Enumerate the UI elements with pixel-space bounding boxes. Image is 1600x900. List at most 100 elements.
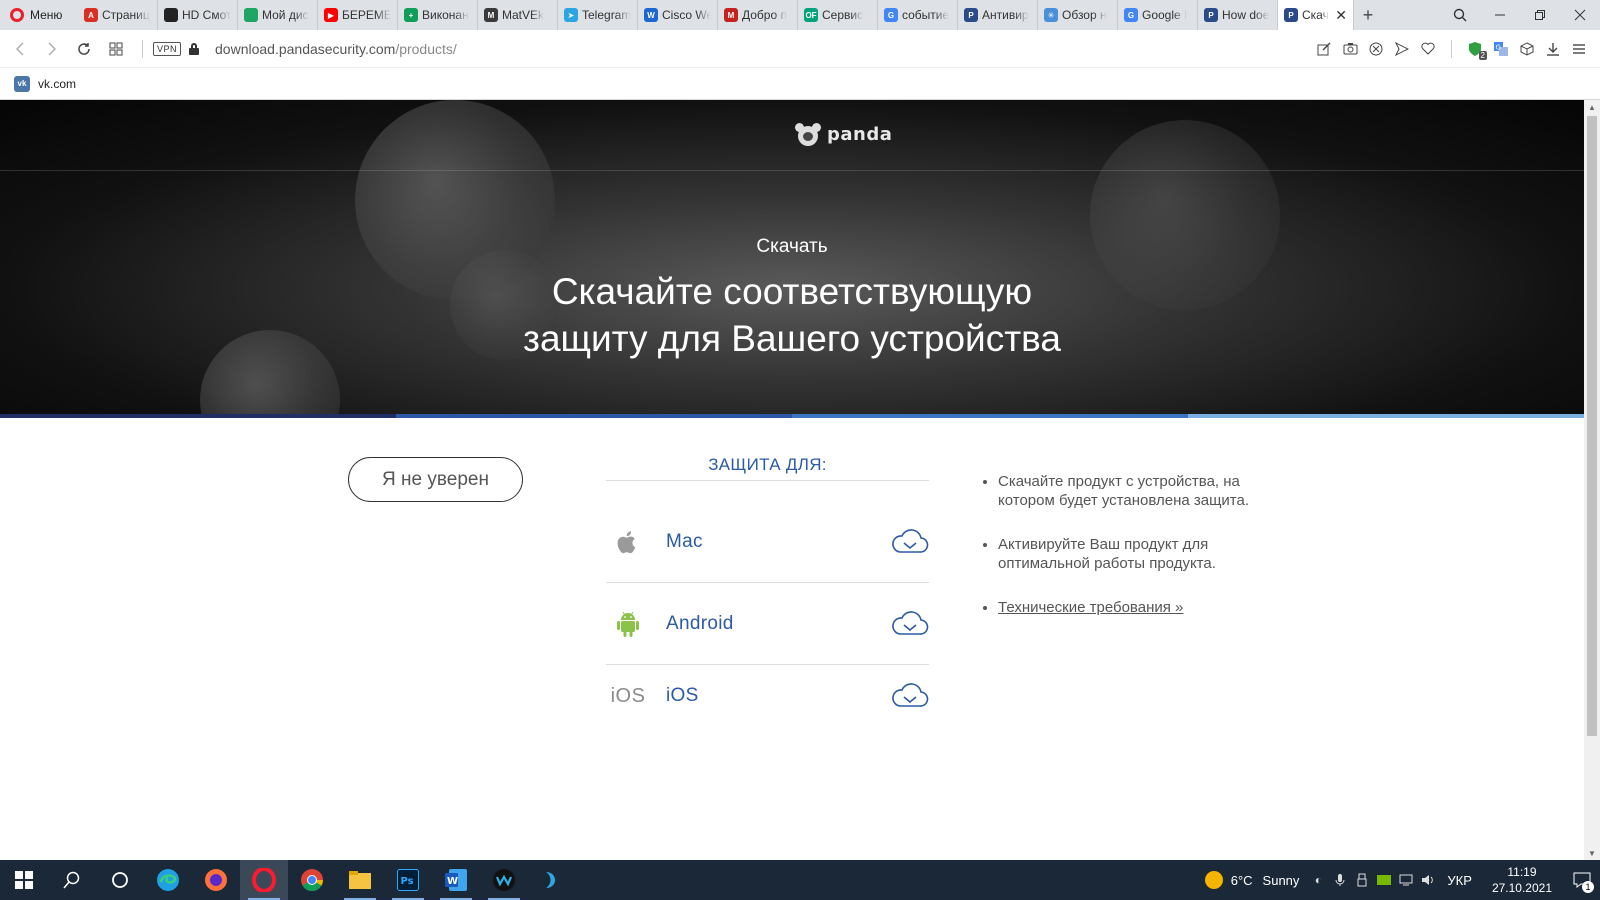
bookmark-vk[interactable]: vk vk.com [14, 75, 76, 92]
tab-title: Добро п [742, 8, 787, 22]
clock[interactable]: 11:19 27.10.2021 [1492, 864, 1552, 896]
tab[interactable]: W Cisco We [638, 0, 718, 30]
cortana-icon[interactable] [96, 860, 144, 900]
heart-icon[interactable] [1415, 30, 1441, 68]
scroll-down-arrow[interactable]: ▼ [1584, 846, 1600, 860]
tab[interactable]: P How doe [1198, 0, 1278, 30]
speed-dial-icon[interactable] [100, 30, 132, 68]
webex-icon[interactable] [480, 860, 528, 900]
easy-setup-icon[interactable] [1566, 30, 1592, 68]
tab[interactable]: ➤ Telegram [558, 0, 638, 30]
downloads-icon[interactable] [1540, 30, 1566, 68]
forward-button[interactable] [36, 30, 68, 68]
bookmarks-bar: vk vk.com [0, 68, 1600, 100]
weather-text[interactable]: Sunny [1263, 873, 1300, 888]
send-icon[interactable] [1389, 30, 1415, 68]
minimize-button[interactable] [1480, 0, 1520, 30]
app-icon[interactable] [528, 860, 576, 900]
tab[interactable]: + Виконан [398, 0, 478, 30]
opera-taskbar-icon[interactable] [240, 860, 288, 900]
apple-icon [606, 529, 650, 555]
platform-name: Mac [666, 530, 703, 552]
url-path: /products/ [395, 40, 457, 57]
translate-icon[interactable]: G [1488, 30, 1514, 68]
vk-icon: vk [14, 75, 30, 92]
volume-icon[interactable] [1417, 860, 1439, 900]
svg-text:Ps: Ps [401, 876, 414, 887]
tab-title: Антивир [982, 8, 1029, 22]
tab[interactable]: A Страниц [78, 0, 158, 30]
unsure-button[interactable]: Я не уверен [348, 457, 523, 502]
close-tab-icon[interactable]: ✕ [1335, 7, 1347, 24]
tab-title: Обзор н [1062, 8, 1107, 22]
tab-favicon-icon: A [84, 8, 98, 22]
cloud-download-icon[interactable] [891, 683, 929, 709]
tab[interactable]: G Google I [1118, 0, 1198, 30]
reload-button[interactable] [68, 30, 100, 68]
hero-title-line-2: защиту для Вашего устройства [523, 318, 1061, 359]
new-tab-button[interactable]: + [1354, 0, 1382, 30]
search-icon[interactable] [48, 860, 96, 900]
lock-icon[interactable] [189, 42, 200, 55]
url-field[interactable]: download.pandasecurity.com/products/ [215, 41, 457, 57]
tab[interactable]: HD Смотрет [158, 0, 238, 30]
tab[interactable]: P Антивир [958, 0, 1038, 30]
restore-button[interactable] [1520, 0, 1560, 30]
usb-icon[interactable] [1351, 860, 1373, 900]
tab-favicon-icon: P [964, 8, 978, 22]
tab-active[interactable]: P Скач ✕ [1278, 0, 1354, 30]
tab[interactable]: Gсобытие [878, 0, 958, 30]
opera-menu-button[interactable]: Меню [0, 0, 78, 30]
photoshop-icon[interactable]: Ps [384, 860, 432, 900]
notification-center-icon[interactable]: 1 [1564, 860, 1600, 900]
tab[interactable]: ✳ Обзор н [1038, 0, 1118, 30]
edge-icon[interactable] [144, 860, 192, 900]
nvidia-icon[interactable] [1373, 860, 1395, 900]
tab-title: событие [902, 8, 950, 22]
snapshot-icon[interactable] [1337, 30, 1363, 68]
tab-favicon-icon [164, 8, 178, 22]
search-tabs-icon[interactable] [1440, 0, 1480, 30]
network-icon[interactable] [1395, 860, 1417, 900]
tab-title: HD Смотрет [182, 8, 231, 22]
app-tray-icon[interactable]: ◐ [1307, 860, 1329, 900]
tab-title: Мой дис [262, 8, 309, 22]
weather-temp[interactable]: 6°C [1231, 873, 1253, 888]
scroll-thumb[interactable] [1587, 116, 1597, 736]
logo-text: panda [827, 123, 893, 145]
tab[interactable]: Мой дис [238, 0, 318, 30]
windows-start-icon[interactable] [0, 860, 48, 900]
divider [142, 39, 143, 58]
platform-row-ios[interactable]: iOS iOS [606, 660, 929, 732]
back-button[interactable] [4, 30, 36, 68]
tab[interactable]: M Добро п [718, 0, 798, 30]
language-indicator[interactable]: УКР [1447, 873, 1472, 888]
platform-row-mac[interactable]: Mac [606, 501, 929, 583]
firefox-icon[interactable] [192, 860, 240, 900]
microphone-icon[interactable] [1329, 860, 1351, 900]
tab-favicon-icon: M [484, 8, 498, 22]
chrome-icon[interactable] [288, 860, 336, 900]
word-icon[interactable]: W [432, 860, 480, 900]
close-window-button[interactable] [1560, 0, 1600, 30]
vpn-badge[interactable]: VPN [153, 41, 182, 56]
panda-logo[interactable]: panda [795, 122, 892, 146]
platform-name: Android [666, 612, 734, 634]
tab[interactable]: ▶ БЕРЕМЕН [318, 0, 398, 30]
tab[interactable]: OF Сервис [798, 0, 878, 30]
scroll-up-arrow[interactable]: ▲ [1584, 100, 1600, 114]
file-explorer-icon[interactable] [336, 860, 384, 900]
tab[interactable]: M MatVEk [478, 0, 558, 30]
platform-row-android[interactable]: Android [606, 583, 929, 665]
adblock-icon[interactable] [1363, 30, 1389, 68]
extensions-cube-icon[interactable] [1514, 30, 1540, 68]
page-scrollbar[interactable]: ▲ ▼ [1584, 100, 1600, 860]
cloud-download-icon[interactable] [891, 528, 929, 555]
edit-page-icon[interactable] [1311, 30, 1337, 68]
tab-favicon-icon: W [644, 8, 658, 22]
cloud-download-icon[interactable] [891, 610, 929, 637]
shield-extension-icon[interactable]: 2 [1462, 30, 1488, 68]
weather-sun-icon[interactable] [1204, 871, 1223, 889]
tech-requirements-link[interactable]: Технические требования » [998, 599, 1183, 616]
hero-title: Скачайте соответствующую защиту для Ваше… [0, 268, 1584, 362]
